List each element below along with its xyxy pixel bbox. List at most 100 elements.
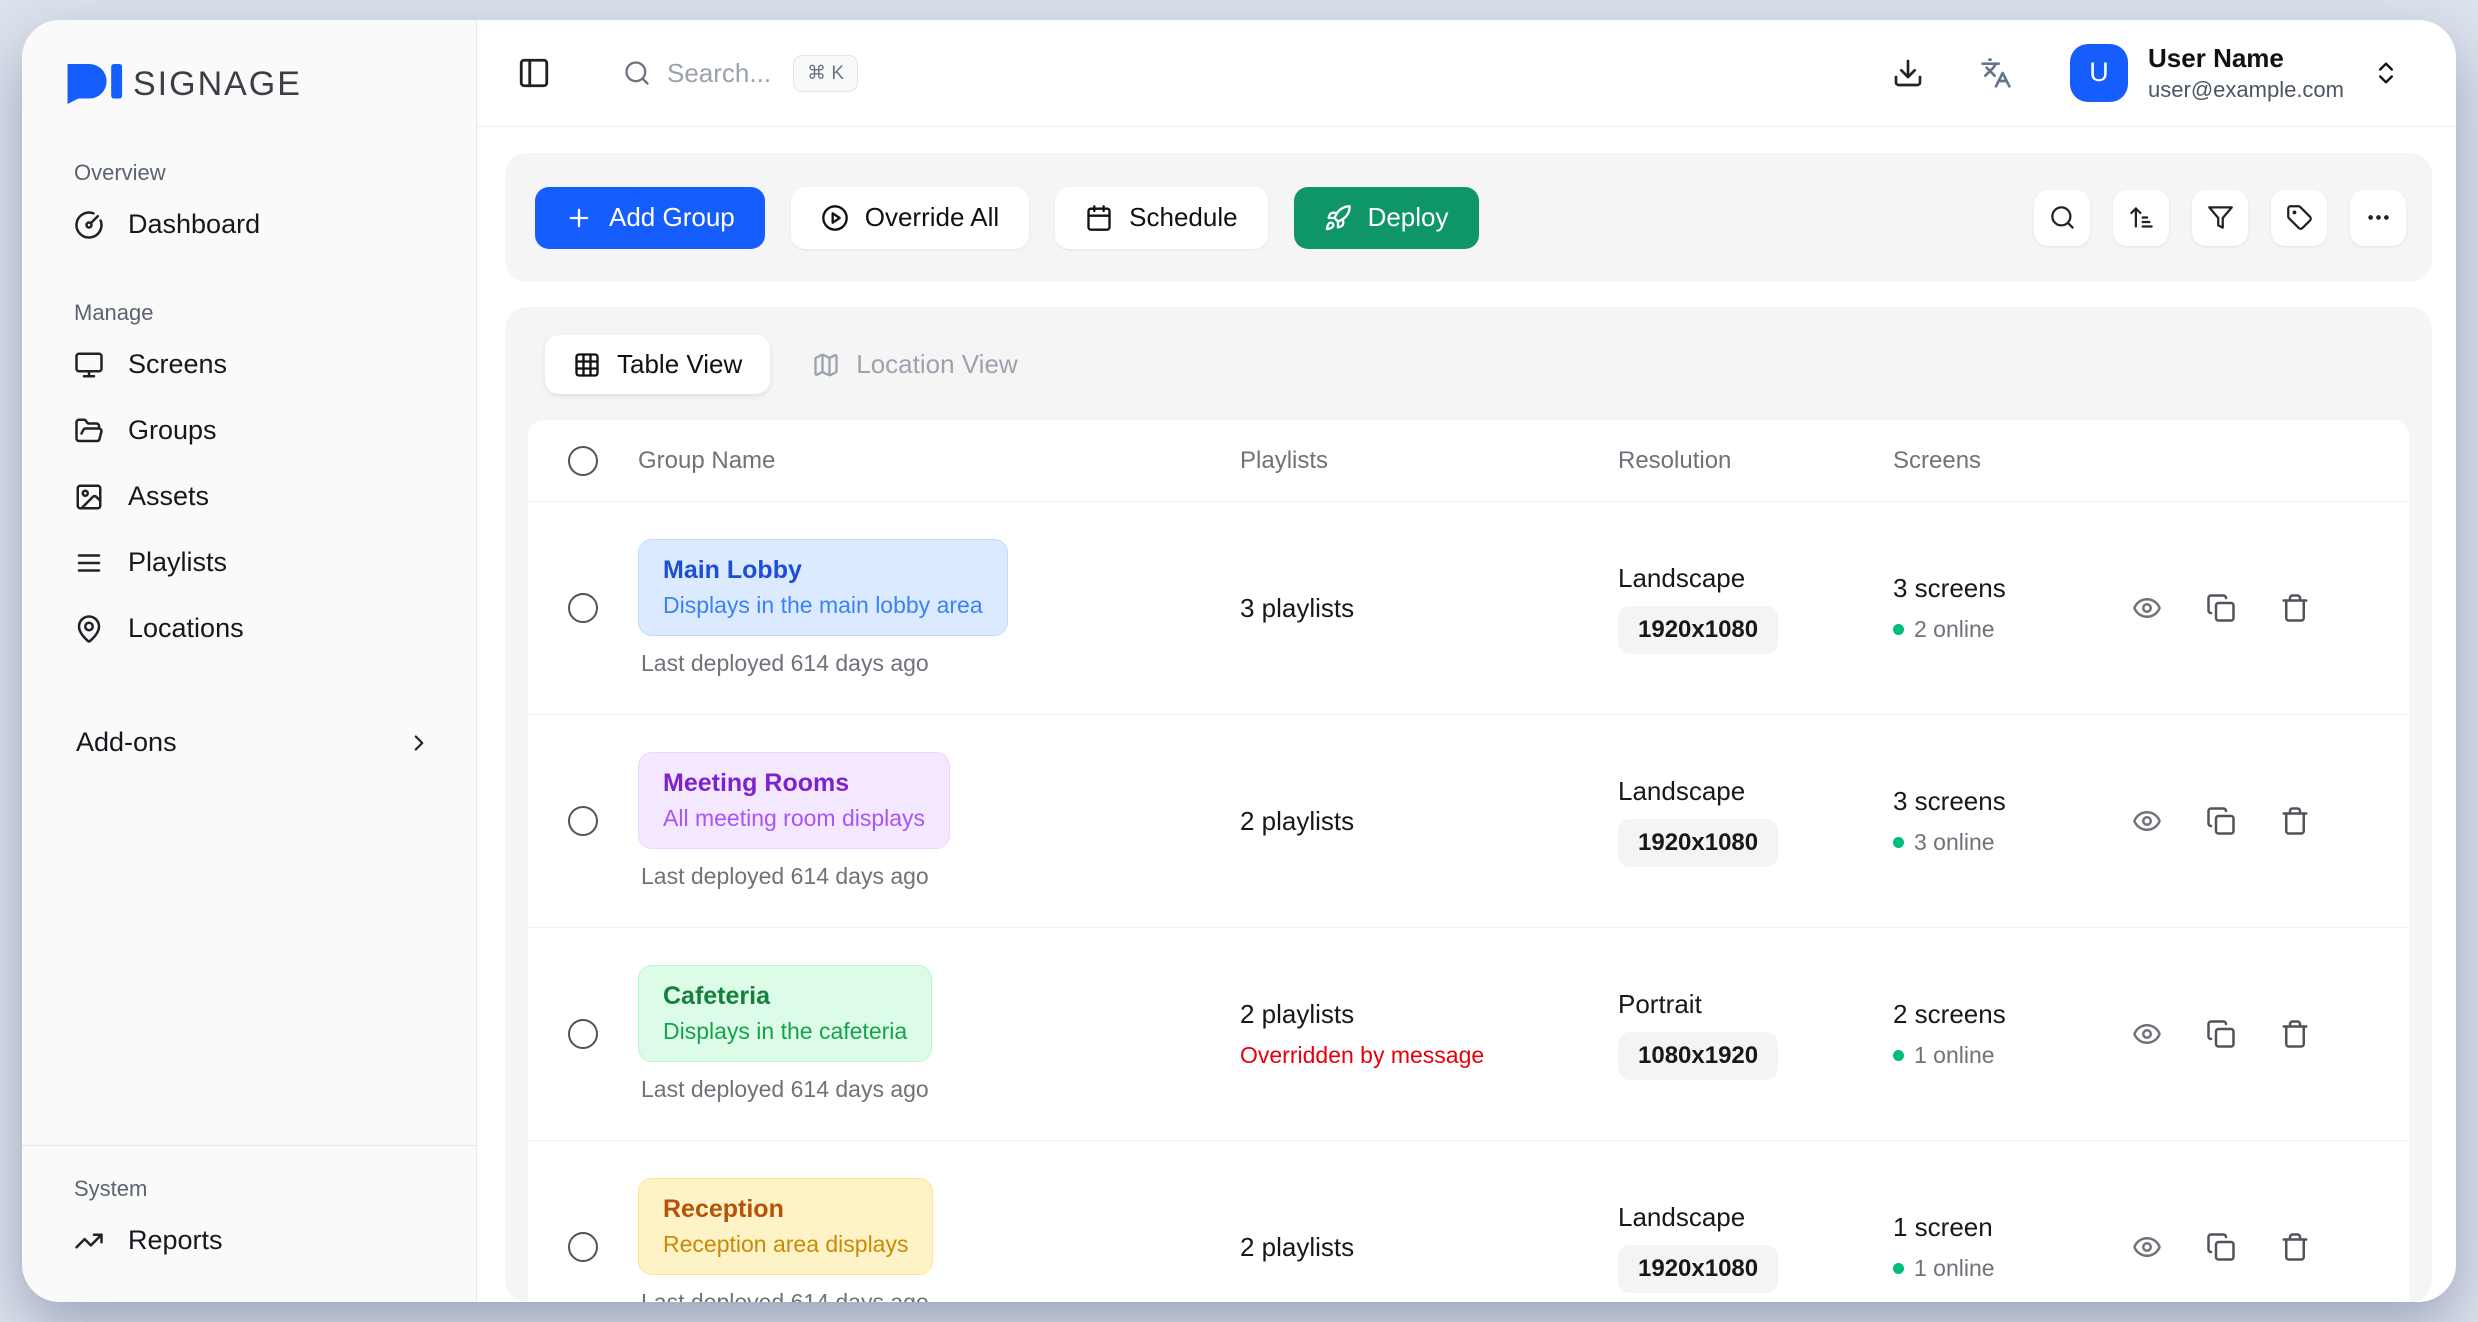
delete-button[interactable] (2280, 806, 2310, 836)
translate-icon (1980, 57, 2012, 89)
online-dot (1893, 1263, 1904, 1274)
topbar-right: U User Name user@example.com (1892, 42, 2400, 104)
section-label-manage: Manage (74, 300, 446, 326)
orientation-text: Landscape (1618, 776, 1893, 807)
gauge-icon (74, 210, 104, 240)
deploy-button[interactable]: Deploy (1294, 187, 1479, 249)
user-menu[interactable]: User Name user@example.com (2148, 42, 2344, 104)
sidebar-item-label: Playlists (128, 547, 227, 578)
sidebar: SIGNAGE Overview Dashboard Manage Screen… (22, 20, 477, 1302)
duplicate-button[interactable] (2206, 593, 2236, 623)
content: Add Group Override All Schedule (477, 127, 2456, 1302)
schedule-button[interactable]: Schedule (1055, 187, 1267, 249)
tab-location-view[interactable]: Location View (784, 335, 1045, 394)
language-button[interactable] (1980, 57, 2012, 89)
search-shortcut-badge: ⌘ K (793, 55, 858, 92)
playlists-cell: 2 playlists Overridden by message (1240, 999, 1618, 1069)
deploy-label: Deploy (1368, 202, 1449, 233)
group-name: Cafeteria (663, 982, 907, 1011)
sort-button[interactable] (2113, 190, 2169, 246)
brand-name: SIGNAGE (133, 65, 302, 104)
search-icon (623, 59, 651, 87)
group-cell: Reception Reception area displays Last d… (638, 1178, 1240, 1302)
filter-icon (2207, 204, 2234, 231)
sidebar-item-addons[interactable]: Add-ons (62, 714, 446, 771)
view-tabs: Table View Location View (545, 335, 2409, 394)
sidebar-item-locations[interactable]: Locations (62, 600, 446, 657)
playlists-count: 3 playlists (1240, 593, 1618, 624)
online-count: 1 online (1914, 1042, 1995, 1069)
duplicate-button[interactable] (2206, 1019, 2236, 1049)
group-cell: Cafeteria Displays in the cafeteria Last… (638, 965, 1240, 1103)
row-checkbox[interactable] (568, 1232, 598, 1262)
row-checkbox[interactable] (568, 806, 598, 836)
sidebar-item-reports[interactable]: Reports (62, 1212, 446, 1269)
eye-icon (2132, 1232, 2162, 1262)
search-input[interactable]: Search... ⌘ K (623, 55, 858, 92)
view-button[interactable] (2132, 1232, 2162, 1262)
image-icon (74, 482, 104, 512)
group-name: Meeting Rooms (663, 769, 925, 798)
select-all-checkbox[interactable] (568, 446, 598, 476)
group-chip[interactable]: Reception Reception area displays (638, 1178, 933, 1275)
group-cell: Meeting Rooms All meeting room displays … (638, 752, 1240, 890)
column-header-group-name: Group Name (638, 447, 1240, 475)
row-checkbox[interactable] (568, 1019, 598, 1049)
group-chip[interactable]: Main Lobby Displays in the main lobby ar… (638, 539, 1008, 636)
view-button[interactable] (2132, 593, 2162, 623)
online-status: 3 online (1893, 829, 2132, 856)
playlists-cell: 3 playlists (1240, 593, 1618, 624)
trash-icon (2280, 593, 2310, 623)
sidebar-footer: System Reports (22, 1145, 476, 1278)
group-chip[interactable]: Meeting Rooms All meeting room displays (638, 752, 950, 849)
group-chip[interactable]: Cafeteria Displays in the cafeteria (638, 965, 932, 1062)
last-deployed-text: Last deployed 614 days ago (641, 1289, 1240, 1302)
delete-button[interactable] (2280, 593, 2310, 623)
toolbar-icon-buttons (2034, 190, 2406, 246)
tab-table-view[interactable]: Table View (545, 335, 770, 394)
table-search-button[interactable] (2034, 190, 2090, 246)
group-name: Reception (663, 1195, 908, 1224)
playlists-count: 2 playlists (1240, 1232, 1618, 1263)
monitor-icon (74, 350, 104, 380)
sidebar-toggle-button[interactable] (517, 56, 551, 90)
sidebar-item-screens[interactable]: Screens (62, 336, 446, 393)
view-button[interactable] (2132, 806, 2162, 836)
row-actions (2132, 1232, 2409, 1262)
playlists-cell: 2 playlists (1240, 1232, 1618, 1263)
sidebar-item-label: Reports (128, 1225, 223, 1256)
search-icon (2049, 204, 2076, 231)
sidebar-item-playlists[interactable]: Playlists (62, 534, 446, 591)
view-button[interactable] (2132, 1019, 2162, 1049)
add-group-button[interactable]: Add Group (535, 187, 765, 249)
user-menu-toggle[interactable] (2372, 59, 2400, 87)
resolution-cell: Landscape 1920x1080 (1618, 776, 1893, 867)
playlists-count: 2 playlists (1240, 999, 1618, 1030)
tags-button[interactable] (2271, 190, 2327, 246)
avatar[interactable]: U (2070, 44, 2128, 102)
sidebar-item-dashboard[interactable]: Dashboard (62, 196, 446, 253)
resolution-cell: Landscape 1920x1080 (1618, 1202, 1893, 1293)
more-button[interactable] (2350, 190, 2406, 246)
filter-button[interactable] (2192, 190, 2248, 246)
table-row: Meeting Rooms All meeting room displays … (528, 715, 2409, 928)
download-button[interactable] (1892, 57, 1924, 89)
duplicate-button[interactable] (2206, 1232, 2236, 1262)
duplicate-button[interactable] (2206, 806, 2236, 836)
row-checkbox[interactable] (568, 593, 598, 623)
override-all-button[interactable]: Override All (791, 187, 1029, 249)
resolution-badge: 1920x1080 (1618, 606, 1778, 654)
more-icon (2365, 204, 2392, 231)
online-count: 2 online (1914, 616, 1995, 643)
delete-button[interactable] (2280, 1232, 2310, 1262)
sidebar-item-groups[interactable]: Groups (62, 402, 446, 459)
eye-icon (2132, 593, 2162, 623)
download-icon (1892, 57, 1924, 89)
sidebar-item-assets[interactable]: Assets (62, 468, 446, 525)
delete-button[interactable] (2280, 1019, 2310, 1049)
override-note: Overridden by message (1240, 1042, 1618, 1069)
screens-count: 1 screen (1893, 1212, 2132, 1243)
groups-card: Table View Location View Group Name (505, 307, 2432, 1302)
groups-table: Group Name Playlists Resolution Screens … (528, 420, 2409, 1302)
group-description: Displays in the main lobby area (663, 592, 983, 619)
